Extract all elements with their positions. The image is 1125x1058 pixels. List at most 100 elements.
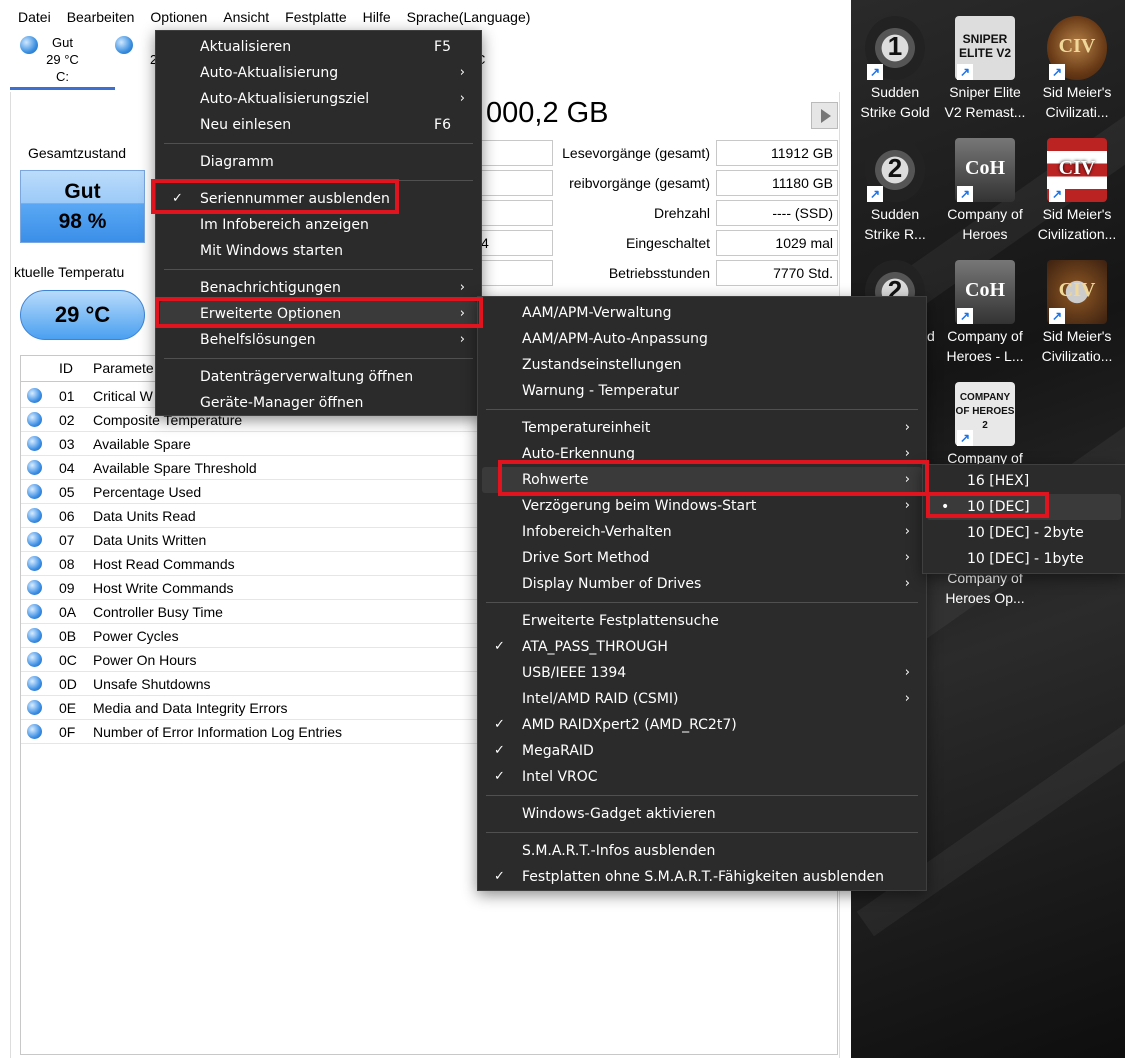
menu-item-usb-ieee[interactable]: USB/IEEE 1394 › (482, 660, 922, 686)
row-id: 0A (59, 604, 77, 620)
drive-status-icon (115, 36, 133, 54)
menu-item-datentraegerverwaltung[interactable]: Datenträgerverwaltung öffnen (160, 364, 477, 390)
menu-optionen[interactable]: Optionen (142, 0, 216, 34)
table-row[interactable]: 0A Controller Busy Time (21, 600, 481, 624)
table-row[interactable]: 07 Data Units Written (21, 528, 481, 552)
table-row[interactable]: 09 Host Write Commands (21, 576, 481, 600)
menu-item-label: Neu einlesen (200, 117, 292, 133)
menu-sprache[interactable]: Sprache(Language) (399, 0, 539, 34)
menu-item-aktualisieren[interactable]: Aktualisieren F5 (160, 34, 477, 60)
menu-item-label: Display Number of Drives (522, 576, 702, 592)
menu-item-infobereich-verhalten[interactable]: Infobereich-Verhalten › (482, 519, 922, 545)
table-row[interactable]: 06 Data Units Read (21, 504, 481, 528)
menu-item-dec-2byte[interactable]: 10 [DEC] - 2byte (927, 520, 1121, 546)
desktop-icon-company-of-heroes-2[interactable]: COMPANY OF HEROES 2 ↗ Company of (941, 382, 1029, 468)
menu-item-geraete-manager[interactable]: Geräte-Manager öffnen (160, 390, 477, 416)
shortcut-arrow-icon: ↗ (957, 308, 973, 324)
table-row[interactable]: 0C Power On Hours (21, 648, 481, 672)
row-param: Controller Busy Time (93, 604, 223, 620)
status-dot-icon (27, 532, 42, 547)
row-id: 0F (59, 724, 76, 740)
menu-item-hex[interactable]: 16 [HEX] (927, 468, 1121, 494)
desktop-icon-sudden-strike-gold[interactable]: 1 ↗ Sudden Strike Gold (851, 16, 939, 122)
chevron-right-icon: › (904, 420, 910, 435)
chevron-right-icon: › (459, 65, 465, 80)
menu-item-auto-aktualisierung[interactable]: Auto-Aktualisierung › (160, 60, 477, 86)
menu-item-dec-1byte[interactable]: 10 [DEC] - 1byte (927, 546, 1121, 572)
table-row[interactable]: 08 Host Read Commands (21, 552, 481, 576)
menu-item-label: Drive Sort Method (522, 550, 650, 566)
menu-item-aam-apm-auto[interactable]: AAM/APM-Auto-Anpassung (482, 326, 922, 352)
menu-item-label: Intel VROC (522, 769, 598, 785)
menu-item-intel-amd-raid[interactable]: Intel/AMD RAID (CSMI) › (482, 686, 922, 712)
desktop-icon-company-of-heroes-l[interactable]: CoH ↗ Company of Heroes - L... (941, 260, 1029, 366)
desktop-icon-label: Strike Gold (860, 104, 930, 120)
play-icon[interactable] (811, 102, 838, 129)
desktop-icon-civilization-2[interactable]: CIV ↗ Sid Meier's Civilization... (1033, 138, 1121, 244)
row-param: Unsafe Shutdowns (93, 676, 211, 692)
options-dropdown-menu: Aktualisieren F5 Auto-Aktualisierung › Aut… (155, 30, 482, 416)
menu-item-warnung-temperatur[interactable]: Warnung - Temperatur (482, 378, 922, 404)
chevron-right-icon: › (904, 665, 910, 680)
company-of-heroes-icon: CoH ↗ (955, 138, 1015, 202)
menu-item-label: AMD RAIDXpert2 (AMD_RC2t7) (522, 717, 737, 733)
table-row[interactable]: 03 Available Spare (21, 432, 481, 456)
status-dot-icon (27, 652, 42, 667)
menu-item-auto-aktualisierungsziel[interactable]: Auto-Aktualisierungsziel › (160, 86, 477, 112)
column-header-id[interactable]: ID (59, 360, 73, 376)
menu-datei[interactable]: Datei (10, 0, 59, 34)
menu-item-mit-windows-starten[interactable]: Mit Windows starten (160, 238, 477, 264)
menu-item-temperatureinheit[interactable]: Temperatureinheit › (482, 415, 922, 441)
menu-item-verzoegerung[interactable]: Verzögerung beim Windows-Start › (482, 493, 922, 519)
table-row[interactable]: 0B Power Cycles (21, 624, 481, 648)
menu-item-label: 10 [DEC] - 2byte (967, 525, 1084, 541)
menu-item-windows-gadget[interactable]: Windows-Gadget aktivieren (482, 801, 922, 827)
drive-letter: C: (56, 69, 69, 84)
menu-item-amd-raidxpert2[interactable]: ✓ AMD RAIDXpert2 (AMD_RC2t7) (482, 712, 922, 738)
menu-item-display-number[interactable]: Display Number of Drives › (482, 571, 922, 597)
menu-item-im-infobereich[interactable]: Im Infobereich anzeigen (160, 212, 477, 238)
drive-tab-c[interactable]: Gut 29 °C C: (10, 34, 115, 85)
desktop-icon-label: Civilizatio... (1041, 348, 1113, 364)
desktop-icon-label: V2 Remast... (944, 104, 1026, 120)
desktop-icon-sudden-strike-r[interactable]: 2 ↗ Sudden Strike R... (851, 138, 939, 244)
table-row[interactable]: 05 Percentage Used (21, 480, 481, 504)
menu-item-zustandseinstellungen[interactable]: Zustandseinstellungen (482, 352, 922, 378)
menu-item-megaraid[interactable]: ✓ MegaRAID (482, 738, 922, 764)
menu-festplatte[interactable]: Festplatte (277, 0, 354, 34)
desktop-icon-company-of-heroes-op[interactable]: Company of Heroes Op... (941, 568, 1029, 608)
shortcut-label: F6 (434, 117, 451, 133)
table-row[interactable]: 0E Media and Data Integrity Errors (21, 696, 481, 720)
column-header-parameter[interactable]: Paramete (93, 360, 154, 376)
menu-hilfe[interactable]: Hilfe (355, 0, 399, 34)
menu-bearbeiten[interactable]: Bearbeiten (59, 0, 143, 34)
table-row[interactable]: 0D Unsafe Shutdowns (21, 672, 481, 696)
menu-item-aam-apm[interactable]: AAM/APM-Verwaltung (482, 300, 922, 326)
row-param: Data Units Read (93, 508, 196, 524)
drive-status-icon (20, 36, 38, 54)
highlight-seriennummer (151, 179, 399, 214)
table-row[interactable]: 0F Number of Error Information Log Entrie… (21, 720, 481, 744)
desktop-icon-sniper-elite[interactable]: SNIPER ELITE V2 ↗ Sniper Elite V2 Remast.… (941, 16, 1029, 122)
menu-item-diagramm[interactable]: Diagramm (160, 149, 477, 175)
menu-item-ohne-smart-ausblenden[interactable]: ✓ Festplatten ohne S.M.A.R.T.-Fähigkeiten… (482, 864, 922, 890)
menu-item-behelfsloesungen[interactable]: Behelfslösungen › (160, 327, 477, 353)
desktop-icon-company-of-heroes[interactable]: CoH ↗ Company of Heroes (941, 138, 1029, 244)
menu-item-smart-ausblenden[interactable]: S.M.A.R.T.-Infos ausblenden (482, 838, 922, 864)
menu-item-neu-einlesen[interactable]: Neu einlesen F6 (160, 112, 477, 138)
highlight-rohwerte (498, 460, 929, 496)
menu-item-ata-pass-through[interactable]: ✓ ATA_PASS_THROUGH (482, 634, 922, 660)
menu-item-label: Zustandseinstellungen (522, 357, 682, 373)
table-row[interactable]: 04 Available Spare Threshold (21, 456, 481, 480)
menu-item-intel-vroc[interactable]: ✓ Intel VROC (482, 764, 922, 790)
menu-ansicht[interactable]: Ansicht (215, 0, 277, 34)
menu-item-label: Behelfslösungen (200, 332, 316, 348)
shortcut-arrow-icon: ↗ (957, 186, 973, 202)
menu-item-drive-sort[interactable]: Drive Sort Method › (482, 545, 922, 571)
info-value: 11912 GB (716, 140, 838, 166)
menu-item-erweiterte-suche[interactable]: Erweiterte Festplattensuche (482, 608, 922, 634)
status-dot-icon (27, 580, 42, 595)
desktop-icon-civilization-3[interactable]: CIV ↗ Sid Meier's Civilizatio... (1033, 260, 1121, 366)
menu-item-label: Datenträgerverwaltung öffnen (200, 369, 414, 385)
desktop-icon-civilization-1[interactable]: CIV ↗ Sid Meier's Civilizati... (1033, 16, 1121, 122)
